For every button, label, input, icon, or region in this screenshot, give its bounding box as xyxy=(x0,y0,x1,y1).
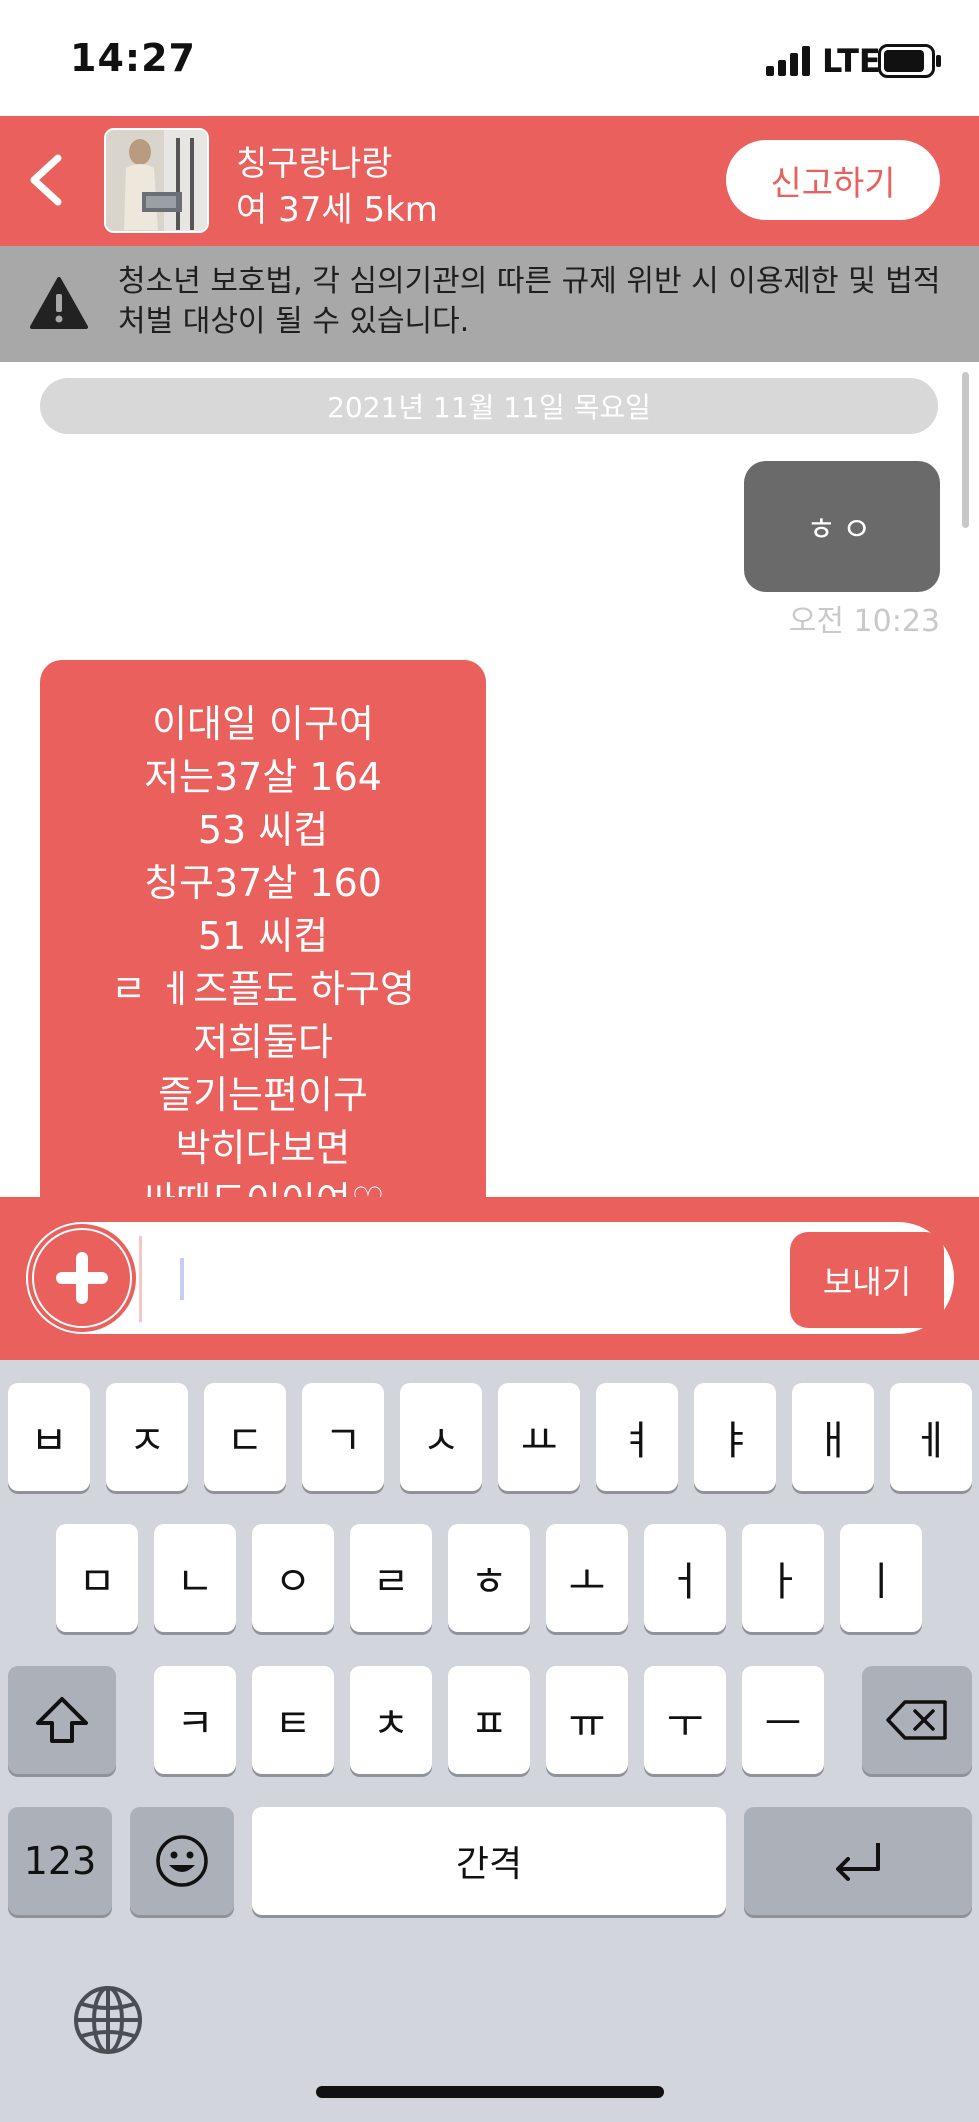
warning-triangle-icon xyxy=(30,277,88,329)
key[interactable]: ㅏ xyxy=(742,1524,824,1632)
shift-key[interactable] xyxy=(8,1666,116,1774)
profile-photo[interactable] xyxy=(104,128,209,233)
space-key[interactable]: 간격 xyxy=(252,1807,726,1915)
message-timestamp: 오전 10:23 xyxy=(788,604,940,639)
key[interactable]: ㅑ xyxy=(694,1383,776,1491)
key[interactable]: ㅍ xyxy=(448,1666,530,1774)
network-label: LTE xyxy=(822,42,881,80)
key[interactable]: ㅜ xyxy=(644,1666,726,1774)
key[interactable]: ㅕ xyxy=(596,1383,678,1491)
numbers-key[interactable]: 123 xyxy=(8,1807,112,1915)
key[interactable]: ㄹ xyxy=(350,1524,432,1632)
status-time: 14:27 xyxy=(70,36,196,80)
incoming-message-bubble[interactable]: 이대일 이구여 저는37살 164 53 씨컵 칭구37살 160 51 씨컵 … xyxy=(40,660,486,1220)
key[interactable]: ㅎ xyxy=(448,1524,530,1632)
profile-image xyxy=(106,130,207,231)
shift-icon xyxy=(36,1697,88,1743)
send-button[interactable]: 보내기 xyxy=(790,1232,944,1328)
key[interactable]: ㅊ xyxy=(350,1666,432,1774)
outgoing-message-bubble[interactable]: ㅎㅇ xyxy=(744,461,940,592)
key[interactable]: ㅡ xyxy=(742,1666,824,1774)
attach-button[interactable] xyxy=(34,1230,130,1326)
emoji-key[interactable] xyxy=(130,1807,234,1915)
chat-partner-meta: 여 37세 5km xyxy=(236,190,438,230)
emoji-icon xyxy=(156,1835,208,1887)
home-indicator[interactable] xyxy=(316,2086,664,2098)
key[interactable]: ㅠ xyxy=(546,1666,628,1774)
date-separator: 2021년 11월 11일 목요일 xyxy=(40,378,938,434)
return-icon xyxy=(836,1843,880,1881)
input-divider xyxy=(139,1236,142,1322)
plus-icon xyxy=(56,1252,108,1304)
chat-scrollbar[interactable] xyxy=(962,372,969,528)
key[interactable]: ㅗ xyxy=(546,1524,628,1632)
back-button[interactable] xyxy=(18,140,88,220)
key[interactable]: ㄴ xyxy=(154,1524,236,1632)
signal-icon xyxy=(766,46,810,76)
keyboard: ㅂ ㅈ ㄷ ㄱ ㅅ ㅛ ㅕ ㅑ ㅐ ㅔ ㅁ ㄴ ㅇ ㄹ ㅎ ㅗ ㅓ ㅏ ㅣ ㅋ … xyxy=(0,1360,979,2122)
chevron-left-icon xyxy=(30,154,62,206)
key[interactable]: ㄷ xyxy=(204,1383,286,1491)
key[interactable]: ㄱ xyxy=(302,1383,384,1491)
globe-icon[interactable] xyxy=(72,1984,144,2056)
incoming-message-text: 이대일 이구여 저는37살 164 53 씨컵 칭구37살 160 51 씨컵 … xyxy=(111,702,415,1220)
key[interactable]: ㅌ xyxy=(252,1666,334,1774)
backspace-key[interactable] xyxy=(862,1666,972,1774)
key[interactable]: ㅇ xyxy=(252,1524,334,1632)
backspace-icon xyxy=(886,1700,947,1740)
report-button[interactable]: 신고하기 xyxy=(726,140,940,220)
key[interactable]: ㅛ xyxy=(498,1383,580,1491)
return-key[interactable] xyxy=(744,1807,972,1915)
key[interactable]: ㅐ xyxy=(792,1383,874,1491)
key[interactable]: ㅣ xyxy=(840,1524,922,1632)
key[interactable]: ㅅ xyxy=(400,1383,482,1491)
battery-icon xyxy=(878,44,941,78)
chat-partner-name: 칭구량나랑 xyxy=(236,144,393,184)
key[interactable]: ㅂ xyxy=(8,1383,90,1491)
key[interactable]: ㅓ xyxy=(644,1524,726,1632)
key[interactable]: ㅈ xyxy=(106,1383,188,1491)
key[interactable]: ㅁ xyxy=(56,1524,138,1632)
key[interactable]: ㅋ xyxy=(154,1666,236,1774)
key[interactable]: ㅔ xyxy=(890,1383,972,1491)
warning-text: 청소년 보호법, 각 심의기관의 따른 규제 위반 시 이용제한 및 법적처벌 … xyxy=(118,264,941,339)
text-cursor xyxy=(180,1258,184,1300)
